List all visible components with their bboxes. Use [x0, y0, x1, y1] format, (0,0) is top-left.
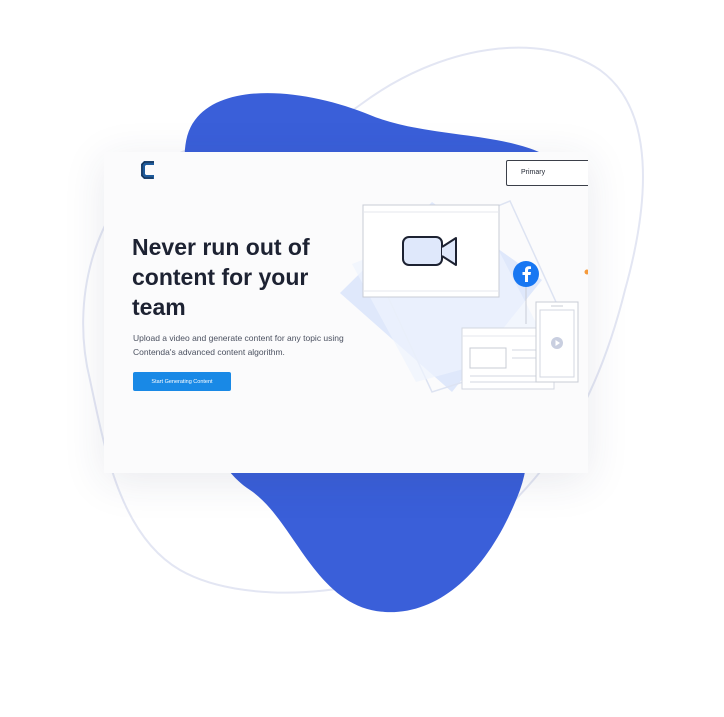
hero-headline: Never run out of content for your team	[132, 234, 310, 320]
contenda-c-logo-icon	[141, 161, 154, 179]
hero-illustration	[340, 200, 588, 393]
hero-subtext: Upload a video and generate content for …	[133, 333, 344, 357]
primary-button[interactable]: Primary	[506, 160, 588, 186]
start-generating-content-button[interactable]: Start Generating Content	[133, 372, 231, 391]
facebook-icon	[513, 261, 539, 287]
orange-dot	[584, 269, 588, 275]
video-window	[362, 204, 500, 298]
landing-page-card: Primary Never run out of content for you…	[104, 152, 588, 473]
play-icon	[551, 337, 563, 349]
phone-window	[535, 301, 579, 383]
